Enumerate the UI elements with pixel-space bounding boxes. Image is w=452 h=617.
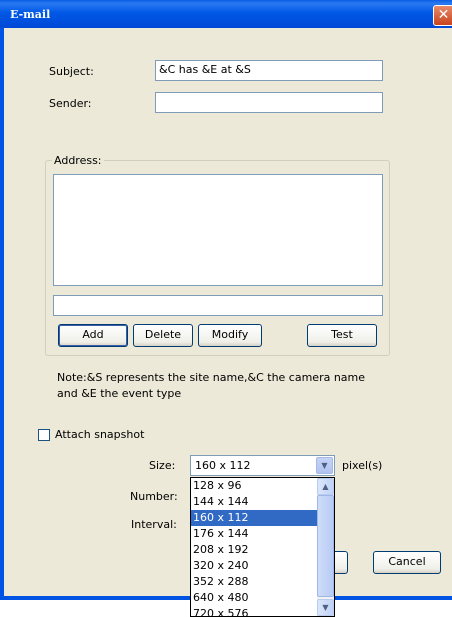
scroll-thumb[interactable] — [317, 495, 334, 597]
size-option[interactable]: 720 x 576 — [191, 606, 317, 616]
scroll-up-icon[interactable]: ▲ — [317, 478, 334, 495]
interval-label: Interval: — [131, 518, 177, 531]
delete-button[interactable]: Delete — [133, 324, 193, 347]
scroll-down-icon[interactable]: ▼ — [317, 599, 334, 616]
size-option[interactable]: 160 x 112 — [191, 510, 317, 526]
size-select[interactable]: 160 x 112 ▼ — [190, 455, 335, 476]
size-option[interactable]: 128 x 96 — [191, 478, 317, 494]
size-select-value: 160 x 112 — [195, 459, 251, 472]
note-line-2: and &E the event type — [57, 387, 182, 400]
size-option[interactable]: 352 x 288 — [191, 574, 317, 590]
number-label: Number: — [130, 490, 178, 503]
address-group-label: Address: — [52, 154, 104, 167]
chevron-down-icon[interactable]: ▼ — [316, 457, 333, 474]
dropdown-scrollbar[interactable]: ▲ ▼ — [317, 478, 334, 616]
size-dropdown-list[interactable]: 128 x 96 144 x 144 160 x 112 176 x 144 208 x… — [190, 477, 335, 617]
attach-snapshot-checkbox[interactable] — [38, 429, 50, 441]
window-title: E-mail — [10, 8, 51, 21]
address-list[interactable] — [53, 174, 383, 286]
size-option[interactable]: 320 x 240 — [191, 558, 317, 574]
close-icon[interactable]: ✕ — [433, 5, 452, 26]
add-button[interactable]: Add — [58, 324, 128, 347]
sender-label: Sender: — [49, 97, 92, 110]
size-option[interactable]: 144 x 144 — [191, 494, 317, 510]
note-line-1: Note:&S represents the site name,&C the … — [57, 371, 366, 384]
subject-field[interactable]: &C has &E at &S — [155, 60, 383, 81]
title-bar[interactable]: E-mail ✕ — [0, 0, 452, 28]
sender-field[interactable] — [155, 92, 383, 113]
address-entry-field[interactable] — [53, 295, 383, 316]
size-option[interactable]: 208 x 192 — [191, 542, 317, 558]
note-text: Note:&S represents the site name,&C the … — [57, 370, 387, 402]
size-option[interactable]: 176 x 144 — [191, 526, 317, 542]
test-button[interactable]: Test — [307, 324, 377, 347]
size-label: Size: — [149, 459, 176, 472]
subject-label: Subject: — [49, 65, 94, 78]
cancel-button[interactable]: Cancel — [373, 551, 441, 574]
window-frame-left — [0, 28, 4, 600]
modify-button[interactable]: Modify — [198, 324, 262, 347]
attach-snapshot-label: Attach snapshot — [55, 428, 145, 441]
size-unit-label: pixel(s) — [342, 459, 383, 472]
size-option[interactable]: 640 x 480 — [191, 590, 317, 606]
